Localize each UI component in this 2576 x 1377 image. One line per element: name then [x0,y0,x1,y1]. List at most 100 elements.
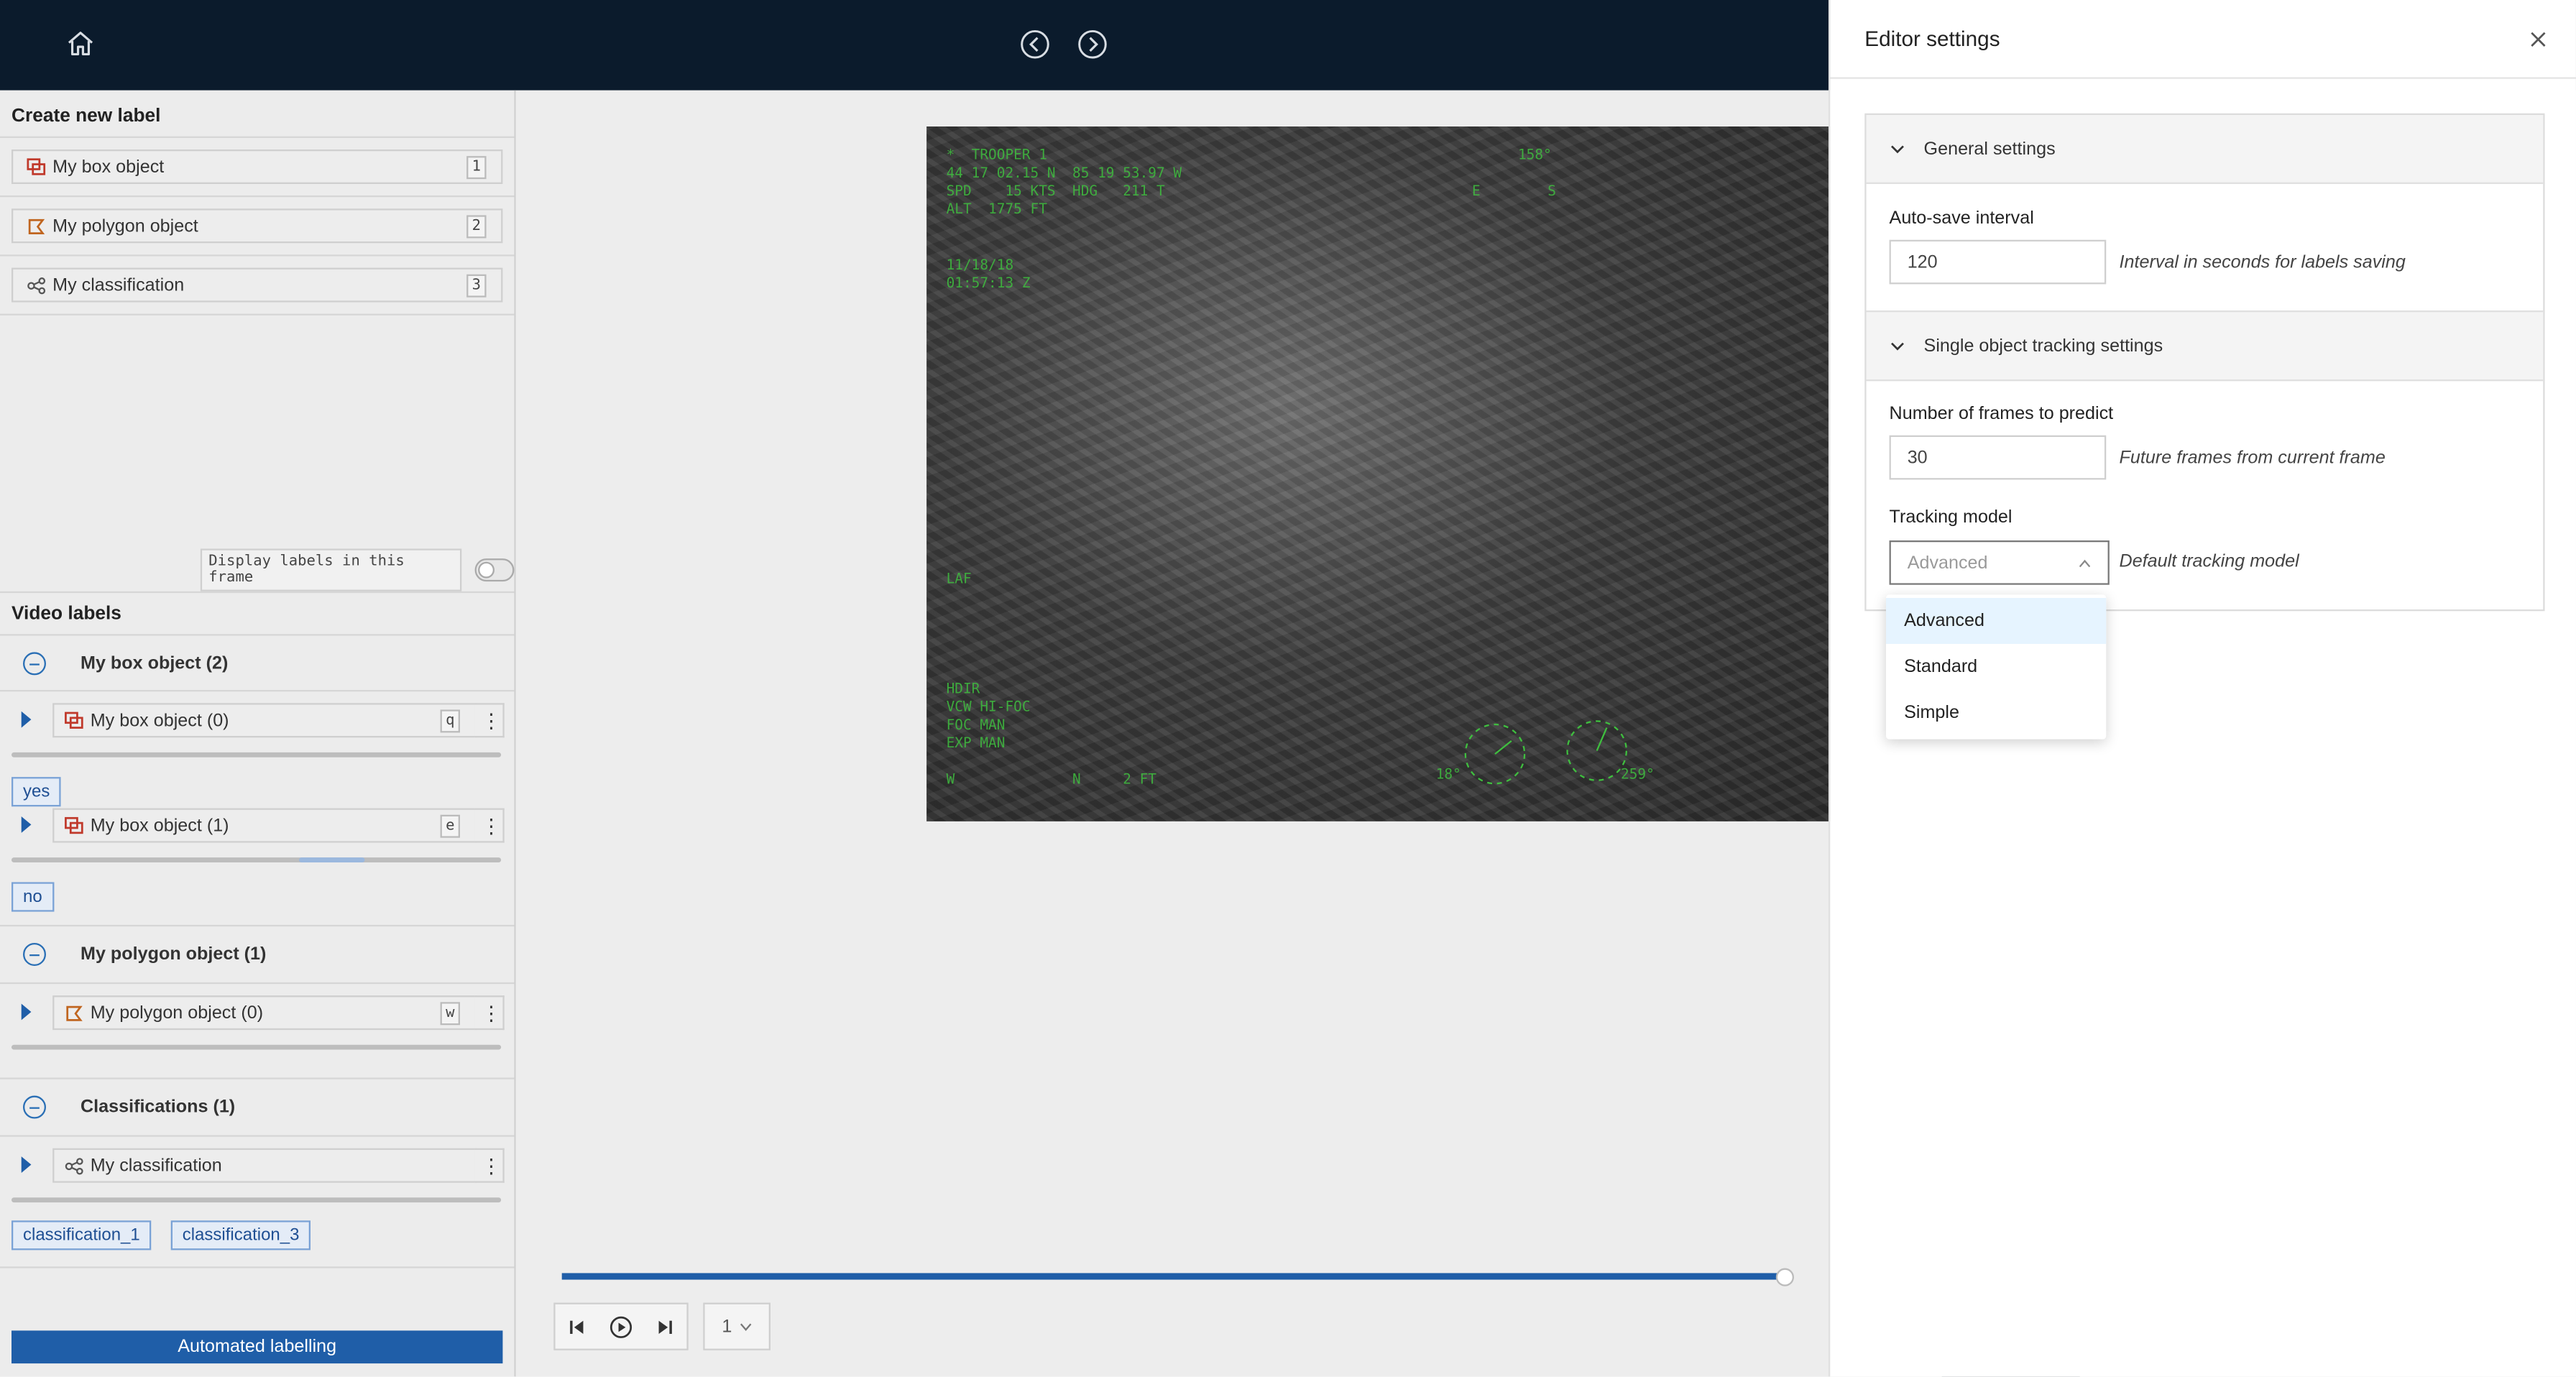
autosave-input[interactable]: 120 [1889,239,2107,285]
collapse-icon[interactable] [22,942,46,966]
hud-telemetry: * TROOPER 1 44 17 02.15 N 85 19 53.97 W … [946,147,1182,218]
create-classification[interactable]: My classification 3 [11,267,503,303]
settings-card: General settings Auto-save interval 120 … [1864,113,2545,612]
hud-date: 11/18/18 01:57:13 Z [946,257,1031,293]
section-title: General settings [1923,139,2056,159]
object-label: My classification [90,1155,222,1176]
object-progress-track [11,1044,502,1050]
frames-help: Future frames from current frame [2119,448,2386,469]
tracking-settings-header[interactable]: Single object tracking settings [1866,310,2544,382]
previous-frame-icon[interactable] [1018,28,1052,61]
divider [0,634,515,636]
group-box-object[interactable]: My box object (2) [0,639,514,688]
create-label-title: Create new label [11,106,161,126]
more-vertical-icon[interactable]: ⋮ [482,1002,501,1025]
divider [0,1266,515,1268]
expand-caret-icon[interactable] [21,1003,32,1021]
autosave-help: Interval in seconds for labels saving [2119,252,2406,273]
display-labels-toggle[interactable] [475,558,515,582]
timeline-handle[interactable] [1775,1268,1794,1286]
divider [0,924,515,927]
divider [0,1077,515,1079]
hotkey-badge: e [440,814,460,838]
classification-tag: classification_3 [170,1220,311,1251]
group-polygon-object[interactable]: My polygon object (1) [0,930,514,980]
hud-scale: W N 2 FT [946,772,1156,789]
hud-gauges [1464,720,1627,785]
frame-number-select[interactable]: 1 [703,1302,770,1350]
section-title: Single object tracking settings [1923,336,2163,356]
create-item-label: My polygon object [52,216,198,236]
dropdown-option-standard[interactable]: Standard [1886,644,2106,690]
collapse-icon[interactable] [22,1095,46,1119]
home-icon[interactable] [64,28,97,61]
object-progress-segment [298,857,365,862]
create-box-object[interactable]: My box object 1 [11,149,503,184]
collapse-icon[interactable] [22,652,46,676]
object-row-classification-0[interactable]: My classification ⋮ [0,1148,514,1184]
divider [0,136,515,138]
drawer-title: Editor settings [1864,26,2000,51]
divider [0,195,515,198]
timeline-progress[interactable] [561,1273,1786,1280]
object-progress-track [11,752,502,757]
tracking-model-help: Default tracking model [2119,551,2299,572]
expand-caret-icon[interactable] [21,816,32,833]
object-label: My box object (1) [90,815,229,836]
general-settings-header[interactable]: General settings [1866,114,2544,184]
attribute-tag: yes [11,777,62,807]
hotkey-badge: q [440,709,460,733]
tracking-model-select[interactable]: Advanced [1889,540,2110,585]
expand-caret-icon[interactable] [21,1156,32,1173]
object-label: My polygon object (0) [90,1003,264,1023]
frames-label: Number of frames to predict [1889,404,2114,424]
tracking-model-value: Advanced [1907,553,1988,573]
object-label-box[interactable]: My classification [52,1148,477,1183]
skip-start-icon[interactable] [567,1317,586,1336]
close-icon[interactable] [2526,28,2549,51]
object-label-box[interactable]: My polygon object (0) w [52,995,477,1031]
next-frame-icon[interactable] [1076,28,1109,61]
divider [0,982,515,985]
attribute-tag: no [11,882,54,912]
group-classifications[interactable]: Classifications (1) [0,1082,514,1132]
frames-input[interactable]: 30 [1889,435,2107,480]
object-row-box-1[interactable]: My box object (1) e ⋮ [0,808,514,844]
frame-number-value: 1 [722,1316,732,1337]
object-label-box[interactable]: My box object (1) e [52,808,477,843]
autosave-label: Auto-save interval [1889,208,2034,229]
hud-compass: E S [1471,183,1556,201]
divider [0,1135,515,1137]
skip-end-icon[interactable] [656,1317,675,1336]
video-frame[interactable]: * TROOPER 1 44 17 02.15 N 85 19 53.97 W … [926,126,1828,821]
play-icon[interactable] [610,1315,632,1338]
labels-panel: Create new label My box object 1 My poly… [0,90,516,1377]
create-polygon-object[interactable]: My polygon object 2 [11,208,503,244]
video-workspace: * TROOPER 1 44 17 02.15 N 85 19 53.97 W … [515,90,1828,1377]
more-vertical-icon[interactable]: ⋮ [482,709,501,732]
automated-labelling-button[interactable]: Automated labelling [11,1330,503,1364]
hotkey-badge: 1 [466,156,487,180]
more-vertical-icon[interactable]: ⋮ [482,1155,501,1178]
app-root: Create new label My box object 1 My poly… [0,0,2576,1377]
expand-caret-icon[interactable] [21,711,32,728]
display-labels-toggle-row: Display labels in this frame [200,548,515,591]
chevron-down-icon [739,1322,751,1330]
classification-tag: classification_1 [11,1220,152,1251]
dropdown-option-simple[interactable]: Simple [1886,690,2106,736]
hotkey-badge: 2 [466,215,487,239]
tracking-model-label: Tracking model [1889,507,2012,528]
object-label-box[interactable]: My box object (0) q [52,703,477,738]
more-vertical-icon[interactable]: ⋮ [482,815,501,838]
object-row-box-0[interactable]: My box object (0) q ⋮ [0,703,514,739]
object-row-polygon-0[interactable]: My polygon object (0) w ⋮ [0,995,514,1031]
hud-camera: HDIR VCW HI-FOC FOC MAN EXP MAN [946,681,1031,752]
thermal-image-texture [926,126,1828,821]
bounding-box-icon [63,814,86,837]
hotkey-badge: 3 [466,274,487,298]
chevron-down-icon [1891,341,1904,350]
dropdown-option-advanced[interactable]: Advanced [1885,597,2107,644]
polygon-icon [24,214,47,237]
hotkey-badge: w [440,1002,460,1026]
hud-heading: 158° [1517,147,1552,165]
